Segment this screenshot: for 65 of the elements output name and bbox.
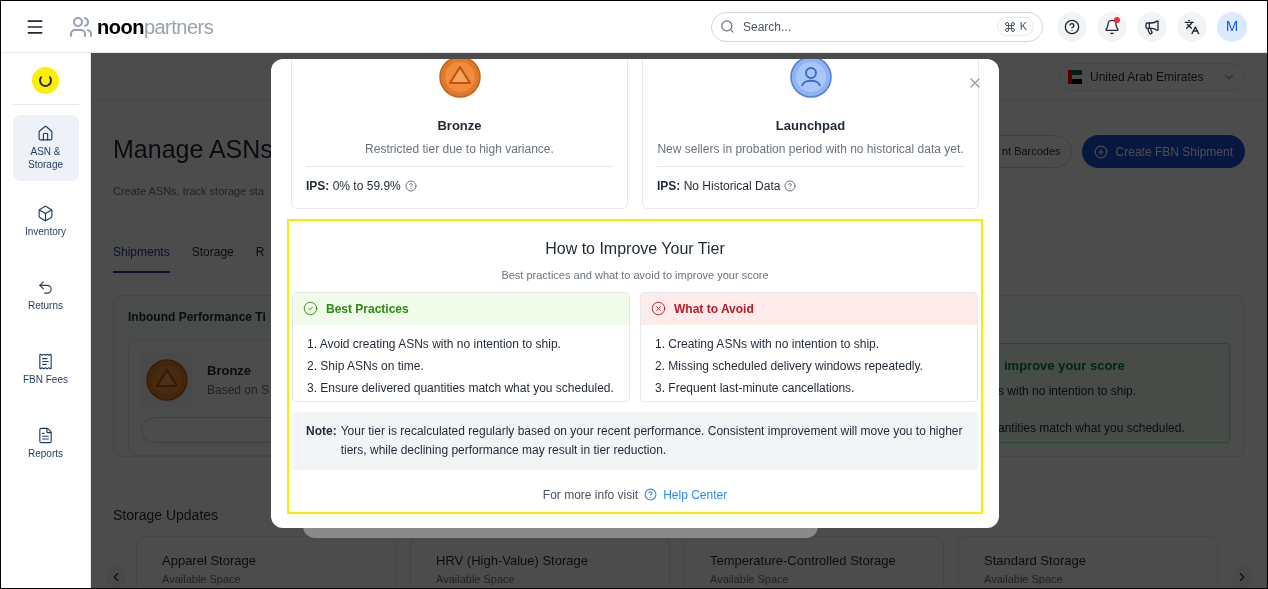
- list-item: 1. Avoid creating ASNs with no intention to ship.: [307, 335, 562, 353]
- command-key-icon: [1003, 20, 1016, 33]
- tier-description: New sellers in probation period with no historical data yet.: [657, 140, 964, 158]
- search-input[interactable]: Search...: [743, 17, 989, 36]
- sidebar-item[interactable]: Inventory: [12, 189, 79, 255]
- page-title: Manage ASNs: [113, 134, 273, 165]
- tier-name: Bronze: [436, 117, 483, 135]
- megaphone-icon: [1144, 18, 1160, 35]
- storage-name: Standard Storage: [984, 552, 1087, 570]
- translate-icon: [1184, 18, 1200, 35]
- panel-title: Best Practices: [326, 300, 409, 318]
- logo-icon: [69, 14, 93, 39]
- footer-text: For more info visit: [542, 486, 639, 504]
- tier-name: Bronze: [207, 362, 253, 381]
- tier-name: Launchpad: [774, 117, 847, 135]
- ips-value: IPS: 0% to 59.9%: [306, 177, 401, 195]
- list-item: 2. Ship ASNs on time.: [307, 357, 425, 375]
- list-item: 3. Ensure delivered quantities match what you scheduled.: [307, 379, 615, 397]
- check-circle-icon: [303, 301, 318, 316]
- return-arrow-icon: [37, 279, 54, 297]
- list-item: 2. Missing scheduled delivery windows repeatedly.: [655, 357, 924, 375]
- report-icon: [37, 427, 54, 445]
- announcements-button[interactable]: [1137, 11, 1167, 42]
- panel-title: What to Avoid: [674, 300, 754, 318]
- x-circle-icon: [651, 301, 666, 316]
- section-title: Storage Updates: [112, 506, 220, 525]
- section-subtitle: Best practices and what to avoid to improve your score: [500, 268, 770, 283]
- notifications-button[interactable]: [1097, 11, 1127, 42]
- brand-name: noonpartners: [97, 14, 214, 40]
- sidebar-item[interactable]: Reports: [12, 411, 79, 477]
- avatar[interactable]: M: [1217, 11, 1247, 42]
- sidebar-item[interactable]: ASN & Storage: [12, 115, 79, 181]
- sidebar-item[interactable]: Returns: [12, 263, 79, 329]
- home-icon: [37, 125, 54, 142]
- tier-description: Restricted tier due to high variance.: [364, 140, 555, 158]
- help-icon: [404, 179, 417, 192]
- section-heading: How to Improve Your Tier: [544, 239, 726, 259]
- help-button[interactable]: [1057, 11, 1087, 42]
- bell-icon: [1104, 18, 1120, 35]
- ips-value: IPS: No Historical Data: [657, 177, 781, 195]
- help-icon: [784, 179, 797, 192]
- tips-title: improve your score: [1004, 357, 1126, 375]
- tab[interactable]: R: [255, 243, 265, 273]
- receipt-icon: [37, 353, 54, 371]
- storage-name: Temperature-Controlled Storage: [710, 552, 897, 570]
- app-logo: [32, 67, 59, 94]
- storage-name: Apparel Storage: [162, 552, 257, 570]
- note-text: Your tier is recalculated regularly based on your recent performance. Consistent improvement will move you to higher tiers, while declining performance may result in tier reduction.: [340, 422, 964, 459]
- note-label: Note:: [306, 422, 337, 440]
- tip-line: s with no intention to ship.: [998, 382, 1138, 400]
- search-icon: [720, 19, 735, 34]
- sidebar-item[interactable]: FBN Fees: [12, 337, 79, 403]
- help-icon: [644, 488, 658, 501]
- storage-name: HRV (High-Value) Storage: [436, 552, 589, 570]
- list-item: 1. Creating ASNs with no intention to ship.: [655, 335, 881, 353]
- box-icon: [37, 205, 54, 223]
- help-center-link[interactable]: Help Center: [644, 485, 728, 504]
- help-icon: [1064, 18, 1080, 35]
- tip-line: antities match what you scheduled.: [998, 419, 1186, 437]
- card-title: Inbound Performance Ti: [128, 309, 266, 326]
- tab[interactable]: Storage: [191, 243, 234, 273]
- user-medal-icon: [789, 59, 832, 98]
- list-item: 3. Frequent last-minute cancellations.: [655, 379, 856, 397]
- language-button[interactable]: [1177, 11, 1207, 42]
- bronze-medal-icon: [438, 59, 481, 98]
